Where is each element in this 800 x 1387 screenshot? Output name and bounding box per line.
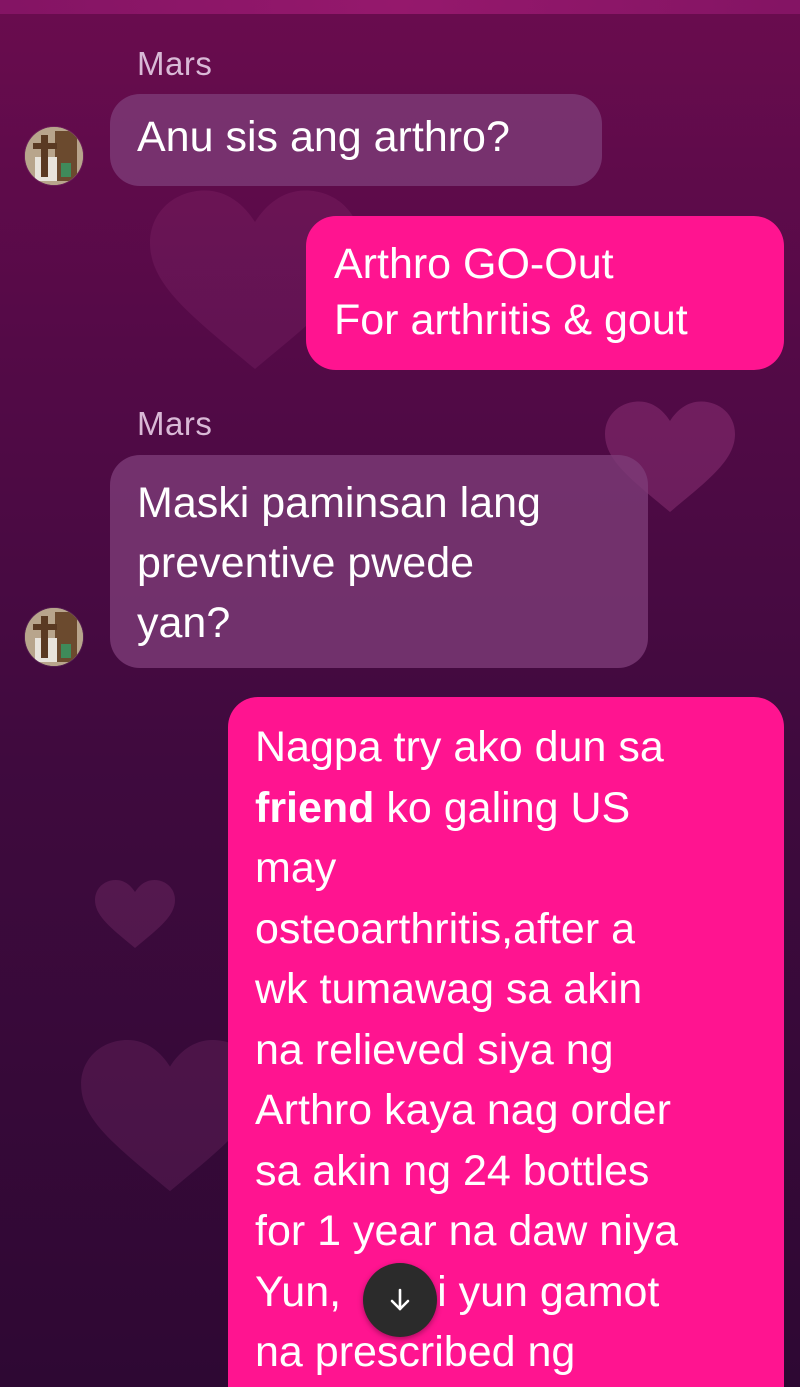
message-text-line: Yun, i yun gamot — [255, 1262, 784, 1323]
avatar-cross-image — [25, 608, 83, 666]
sender-avatar[interactable] — [25, 127, 83, 185]
avatar-cross-image — [25, 127, 83, 185]
message-text-fragment: ko galing US — [386, 783, 631, 832]
message-text-line: osteoarthritis,after a — [255, 904, 636, 953]
message-text-line: sa akin ng 24 bottles — [255, 1146, 650, 1195]
message-text-line: na relieved siya ng — [255, 1025, 614, 1074]
message-text-line: may — [255, 844, 337, 892]
message-text-line: preventive pwede — [137, 539, 475, 587]
message-text-line: for 1 year na daw niya — [255, 1207, 679, 1255]
bold-word: friend — [255, 783, 375, 832]
sender-avatar[interactable] — [25, 608, 83, 666]
outgoing-message-bubble[interactable]: Arthro GO-Out For arthritis & gout — [306, 216, 784, 370]
message-text-line: friend ko galing US — [255, 778, 784, 839]
outgoing-message-bubble[interactable]: Nagpa try ako dun sa friend ko galing US… — [228, 697, 784, 1387]
message-text-line: Arthro kaya nag order — [255, 1086, 671, 1134]
sender-name: Mars — [137, 45, 213, 82]
background-heart-decoration — [95, 880, 175, 948]
message-text-fragment: i yun gamot — [437, 1267, 660, 1316]
scroll-to-bottom-button[interactable] — [363, 1263, 437, 1337]
message-text-fragment: Yun, — [255, 1267, 342, 1316]
arrow-down-icon — [390, 1288, 410, 1311]
message-text-line: Nagpa try ako dun sa — [255, 723, 664, 771]
status-strip — [0, 0, 800, 14]
incoming-message-bubble[interactable]: Anu sis ang arthro? — [110, 94, 602, 186]
message-text: Anu sis ang arthro? — [137, 113, 510, 161]
message-text-line: For arthritis & gout — [334, 296, 688, 344]
message-text-line: Arthro GO-Out — [334, 240, 614, 288]
message-text-line: Maski paminsan lang — [137, 479, 541, 527]
message-text-line: wk tumawag sa akin — [255, 965, 643, 1013]
message-text-line: yan? — [137, 599, 231, 647]
sender-name: Mars — [137, 405, 213, 442]
message-text-line: na prescribed ng — [255, 1328, 576, 1376]
incoming-message-bubble[interactable]: Maski paminsan lang preventive pwede yan… — [110, 455, 648, 668]
